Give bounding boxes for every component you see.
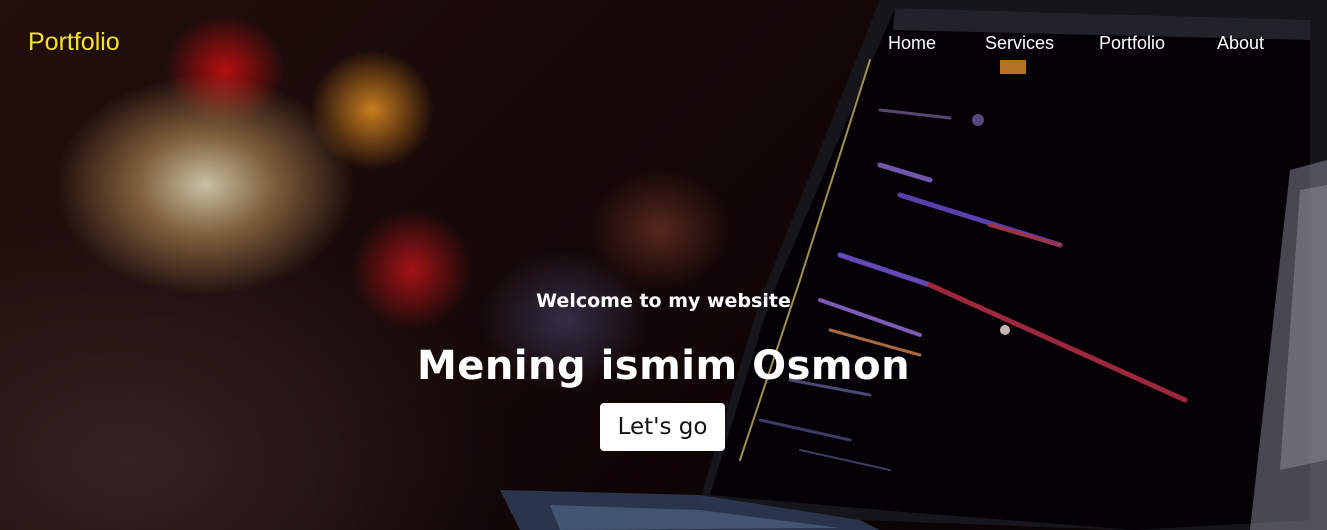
hero-section: Portfolio Home Services Portfolio About … — [0, 0, 1327, 530]
hero-title: Mening ismim Osmon — [416, 343, 911, 389]
lets-go-button[interactable]: Let's go — [600, 403, 725, 451]
welcome-subtitle: Welcome to my website — [536, 290, 791, 312]
hero-content: Welcome to my website Mening ismim Osmon… — [0, 0, 1327, 530]
